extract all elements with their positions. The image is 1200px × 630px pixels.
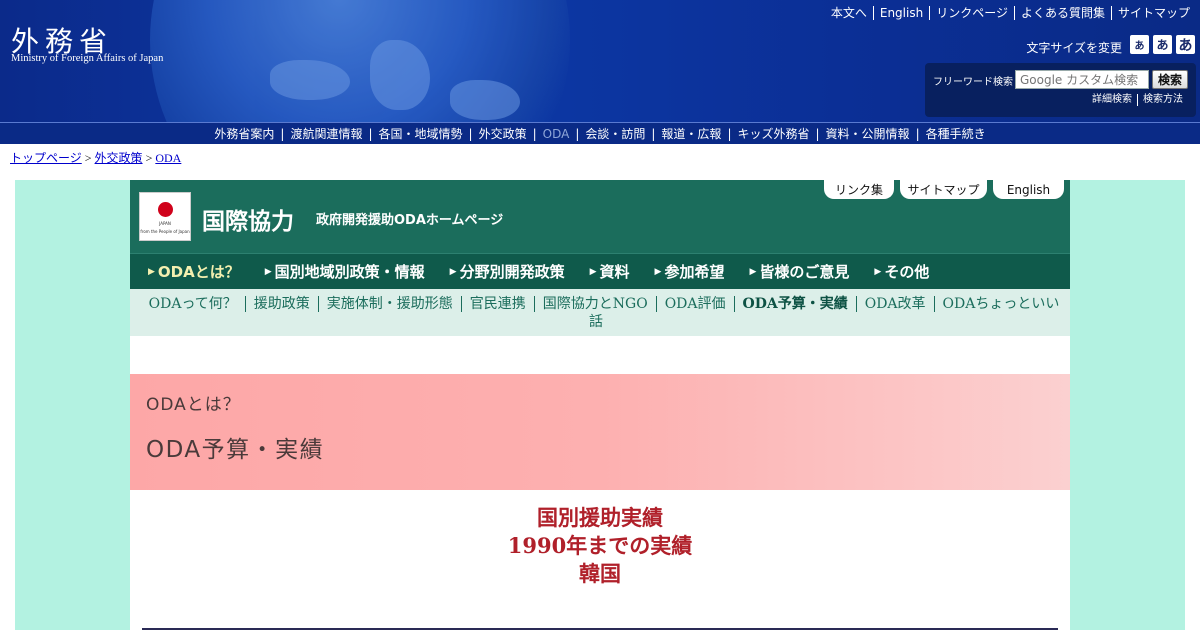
triangle-right-icon: ▶ [654,266,662,277]
font-size-large-button[interactable]: あ [1176,35,1195,54]
flag-circle-icon [158,202,173,217]
menu-item-opinions[interactable]: ▶ 皆様のご意見 [749,261,849,282]
breadcrumb-separator: > [145,151,153,165]
gnav-item-kids[interactable]: キッズ外務省 [731,125,815,142]
submenu-item-reform[interactable]: ODA改革 [855,296,934,312]
menu-item-label: ODAとは？ [157,263,240,281]
gnav-item-policy[interactable]: 外交政策 [473,125,533,142]
menu-item-sector-policy[interactable]: ▶ 分野別開発政策 [450,261,565,282]
oda-main-menu: ▶ ODAとは？ ▶ 国別地域別政策・情報 ▶ 分野別開発政策 ▶ 資料 ▶ 参加希望 ▶… [130,253,1070,289]
menu-item-label: 国別地域別政策・情報 [274,263,425,281]
submenu-item-policy[interactable]: 援助政策 [244,296,318,312]
menu-item-label: 皆様のご意見 [759,263,850,281]
gnav-item-regions[interactable]: 各国・地域情勢 [373,125,469,142]
globe-graphic [150,0,570,122]
submenu-item-ngo[interactable]: 国際協力とNGO [533,296,656,312]
gnav-item-oda[interactable]: ODA [537,127,576,141]
menu-item-label: 資料 [599,263,630,281]
breadcrumb-separator: > [84,151,92,165]
breadcrumb-oda[interactable]: ODA [155,151,181,165]
breadcrumb-top[interactable]: トップページ [10,151,82,165]
triangle-right-icon: ▶ [449,266,457,277]
breadcrumb-policy[interactable]: 外交政策 [95,151,143,165]
search-label: フリーワード検索 [933,77,1013,88]
font-size-medium-button[interactable]: あ [1153,35,1172,54]
triangle-right-icon: ▶ [749,266,757,277]
util-link-english[interactable]: English [872,6,929,20]
site-header: 外務省 Ministry of Foreign Affairs of Japan… [0,0,1200,122]
oda-sub-menu: ODAって何？ 援助政策 実施体制・援助形態 官民連携 国際協力とNGO ODA評価 ODA… [130,289,1070,336]
heading-line-2: 1990年までの実績 [507,533,693,558]
triangle-right-icon: ▶ [148,266,155,277]
submenu-item-evaluation[interactable]: ODA評価 [655,296,734,312]
section-title-band: ODAとは？ ODA予算・実績 [130,374,1070,490]
util-link-faq[interactable]: よくある質問集 [1013,6,1111,20]
menu-item-label: 分野別開発政策 [459,263,565,281]
heading-line-3: 韓国 [579,561,621,586]
submenu-item-ppp[interactable]: 官民連携 [460,296,534,312]
menu-item-label: その他 [884,263,930,281]
submenu-item-what-is[interactable]: ODAって何？ [141,296,245,312]
tab-links[interactable]: リンク集 [824,180,894,199]
global-nav: 外務省案内 | 渡航関連情報 | 各国・地域情勢 | 外交政策 | ODA | 会談・訪問… [0,122,1200,144]
menu-item-participation[interactable]: ▶ 参加希望 [655,261,725,282]
submenu-item-framework[interactable]: 実施体制・援助形態 [317,296,461,312]
menu-item-country-policy[interactable]: ▶ 国別地域別政策・情報 [265,261,425,282]
main-content: JAPAN from the People of Japan 国際協力 政府開発… [130,180,1070,630]
utility-links: 本文へ English リンクページ よくある質問集 サイトマップ [825,6,1196,20]
submenu-item-budget[interactable]: ODA予算・実績 [733,296,856,312]
section-category: ODAとは？ [146,395,241,415]
search-input[interactable] [1015,70,1149,89]
gnav-item-travel[interactable]: 渡航関連情報 [284,125,368,142]
flag-caption-sub: from the People of Japan [140,229,190,234]
gnav-item-press[interactable]: 報道・広報 [655,125,727,142]
section-title: ODA予算・実績 [146,437,325,463]
font-size-small-button[interactable]: あ [1130,35,1149,54]
tab-english[interactable]: English [993,180,1064,199]
menu-item-other[interactable]: ▶ その他 [874,261,929,282]
search-help-link[interactable]: 検索方法 [1137,94,1188,106]
triangle-right-icon: ▶ [874,266,882,277]
oda-header-tabs: リンク集 サイトマップ English [818,180,1064,199]
menu-item-label: 参加希望 [664,263,725,281]
gnav-item-about[interactable]: 外務省案内 [208,125,280,142]
gnav-item-procedures[interactable]: 各種手続き [920,125,992,142]
site-logo-en[interactable]: Ministry of Foreign Affairs of Japan [11,53,163,64]
oda-subtitle: 政府開発援助ODAホームページ [316,213,504,228]
util-link-sitemap[interactable]: サイトマップ [1110,6,1196,20]
triangle-right-icon: ▶ [264,266,272,277]
triangle-right-icon: ▶ [589,266,597,277]
advanced-search-link[interactable]: 詳細検索 [1087,94,1137,106]
font-size-label: 文字サイズを変更 [1026,41,1122,55]
search-box: フリーワード検索 検索 詳細検索 検索方法 [925,63,1196,117]
tab-sitemap[interactable]: サイトマップ [900,180,987,199]
util-link-links-page[interactable]: リンクページ [929,6,1014,20]
font-size-switcher: 文字サイズを変更 あ あ あ [1026,33,1195,56]
util-link-main-content[interactable]: 本文へ [825,6,873,20]
oda-title[interactable]: 国際協力 [202,202,294,236]
gnav-item-documents[interactable]: 資料・公開情報 [820,125,916,142]
page-heading: 国別援助実績 1990年までの実績 韓国 [130,504,1070,588]
search-button[interactable]: 検索 [1152,70,1188,89]
flag-caption: JAPAN [159,221,171,226]
search-links: 詳細検索 検索方法 [1087,94,1188,106]
menu-item-what-is-oda[interactable]: ▶ ODAとは？ [148,261,240,282]
heading-line-1: 国別援助実績 [537,505,663,530]
gnav-item-meetings[interactable]: 会談・訪問 [579,125,651,142]
menu-item-materials[interactable]: ▶ 資料 [590,261,630,282]
japan-flag-logo[interactable]: JAPAN from the People of Japan [139,192,191,241]
oda-header: JAPAN from the People of Japan 国際協力 政府開発… [130,180,1070,253]
breadcrumb: トップページ > 外交政策 > ODA [10,149,181,166]
